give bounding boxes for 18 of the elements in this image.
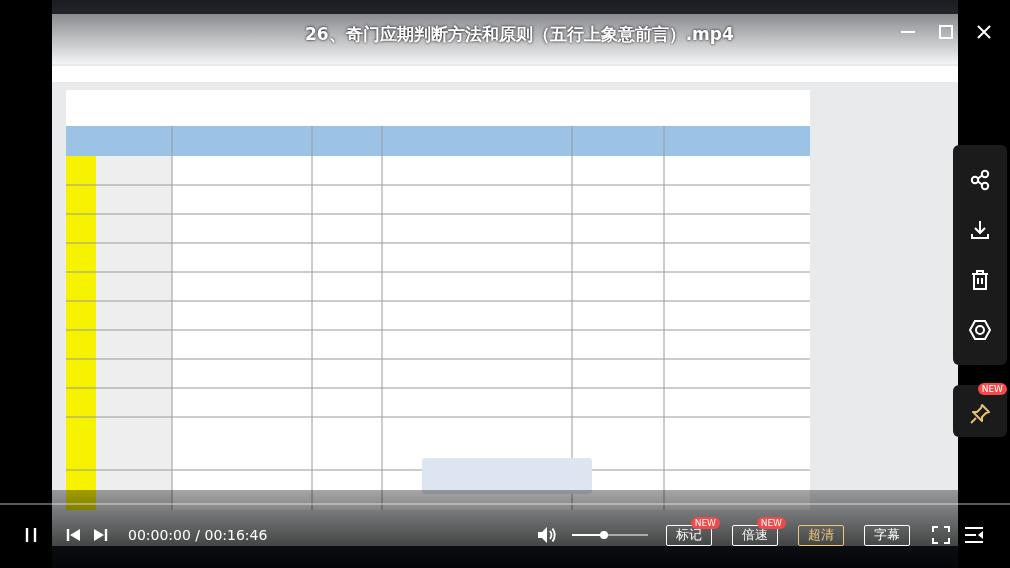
volume-icon[interactable] bbox=[536, 525, 558, 545]
video-title: 26、奇门应期判断方法和原则（五行上象意前言）.mp4 bbox=[305, 23, 734, 46]
settings-icon[interactable] bbox=[968, 318, 992, 342]
new-badge: NEW bbox=[756, 517, 786, 530]
previous-button[interactable] bbox=[66, 527, 82, 543]
maximize-button[interactable] bbox=[936, 22, 956, 42]
new-badge: NEW bbox=[690, 517, 720, 530]
player-button[interactable]: 字幕 bbox=[864, 524, 910, 546]
next-button[interactable] bbox=[92, 527, 108, 543]
playback-time: 00:00:00 / 00:16:46 bbox=[128, 527, 268, 543]
share-icon[interactable] bbox=[968, 168, 992, 192]
player-button[interactable]: 超清 bbox=[798, 524, 844, 546]
pin-icon[interactable] bbox=[968, 402, 992, 426]
playlist-button[interactable] bbox=[964, 526, 984, 544]
new-badge: NEW bbox=[977, 383, 1007, 395]
download-icon[interactable] bbox=[968, 218, 992, 242]
pin-button[interactable]: NEW bbox=[953, 385, 1007, 437]
fullscreen-button[interactable] bbox=[932, 526, 950, 544]
